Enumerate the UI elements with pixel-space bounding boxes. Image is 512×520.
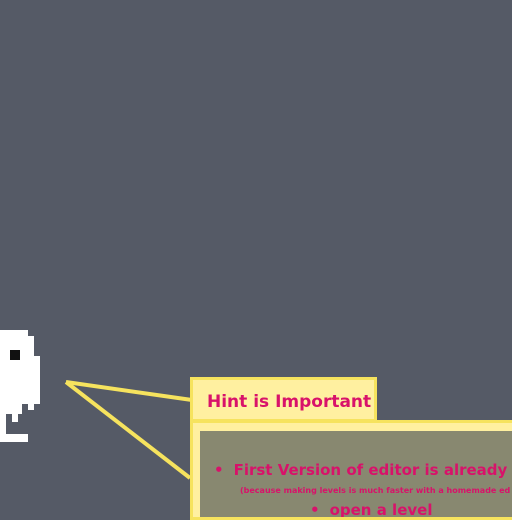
hint-item: • First Version of editor is already in t… <box>214 461 512 479</box>
hint-title: Hint is Important <box>207 392 372 412</box>
hint-item-note: (because making levels is much faster wi… <box>240 486 511 495</box>
hint-title-box: Hint is Important <box>190 377 377 422</box>
game-scene: Hint is Important • First Version of edit… <box>0 0 512 520</box>
hint-item-text: First Version of editor is already in th <box>233 461 512 479</box>
bullet: • <box>214 461 224 479</box>
hint-item-text: open a level <box>329 501 433 517</box>
hint-body-panel: • First Version of editor is already in t… <box>200 431 512 517</box>
hint-body-box: • First Version of editor is already in t… <box>190 420 512 520</box>
hint-item: • open a level <box>310 501 432 517</box>
bullet: • <box>310 501 320 517</box>
